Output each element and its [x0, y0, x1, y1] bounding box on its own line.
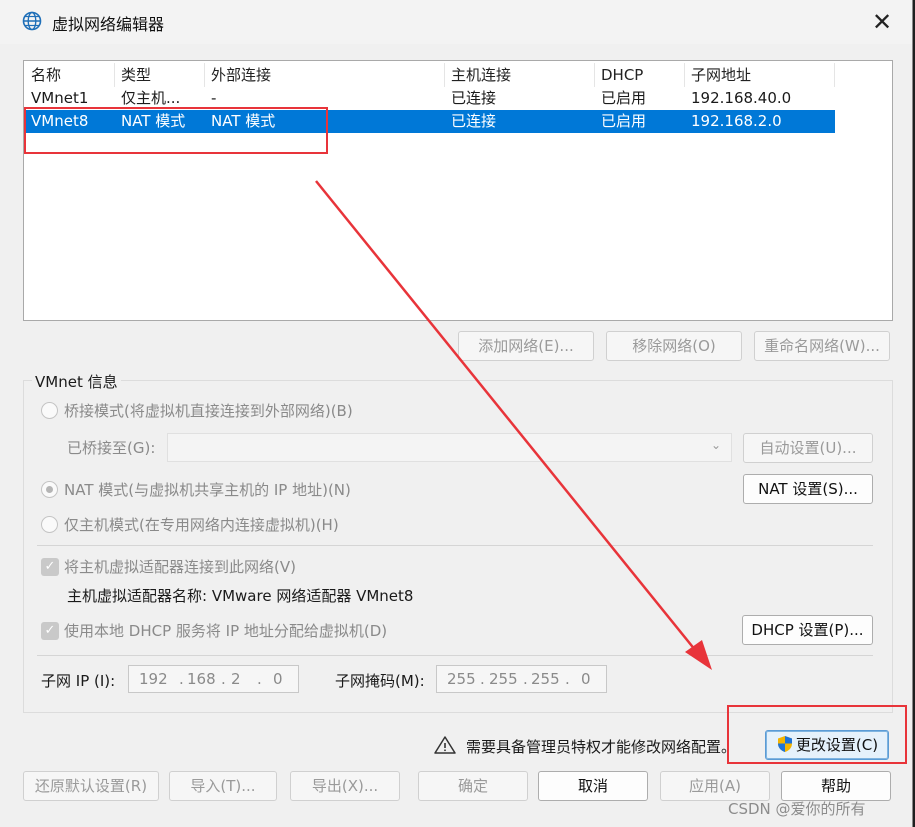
- watermark-text: CSDN @爱你的所有: [728, 800, 866, 818]
- annotation-arrow: [315, 180, 712, 670]
